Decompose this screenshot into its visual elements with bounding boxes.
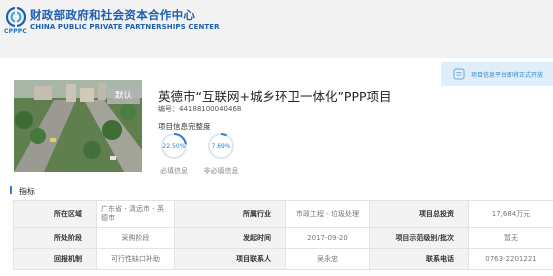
table-row: 回报机制 可行性缺口补助 项目联系人 吴永忠 联系电话 0763-2201221 (13, 248, 553, 270)
section-title: 指标 (19, 187, 35, 196)
required-caption: 必填信息 (160, 167, 188, 175)
stage-label: 所处阶段 (13, 227, 97, 249)
default-badge: 默认 (107, 88, 140, 104)
optional-percent: 7.69% (211, 143, 231, 150)
demo-level-value: 暂无 (468, 227, 553, 249)
section-marker (10, 186, 12, 194)
completeness-label: 项目信息完整度 (158, 122, 211, 131)
initiation-date-value: 2017-09-20 (285, 227, 370, 249)
demo-level-label: 项目示范级别/批次 (369, 227, 469, 249)
contact-phone-label: 联系电话 (369, 248, 469, 270)
contact-person-value: 吴永忠 (285, 248, 370, 270)
logo-caption: CPPPC (4, 28, 27, 35)
table-row: 所处阶段 采购阶段 发起时间 2017-09-20 项目示范级别/批次 暂无 (13, 227, 553, 249)
contact-person-label: 项目联系人 (174, 248, 286, 270)
notice-text[interactable]: 项目信息平台即将正式开放 (471, 70, 543, 79)
table-row: 所在区域 广东省 - 清远市 - 英德市 所属行业 市政工程 - 垃圾处理 项目… (13, 200, 553, 228)
industry-label: 所属行业 (174, 200, 286, 228)
project-info-table: 所在区域 广东省 - 清远市 - 英德市 所属行业 市政工程 - 垃圾处理 项目… (13, 200, 553, 270)
total-investment-value: 17,684万元 (468, 200, 553, 228)
region-label: 所在区域 (13, 200, 97, 228)
project-title: 英德市“互联网+城乡环卫一体化”PPP项目 (158, 89, 392, 104)
return-mechanism-value: 可行性缺口补助 (96, 248, 175, 270)
initiation-date-label: 发起时间 (174, 227, 286, 249)
stage-value: 采购阶段 (96, 227, 175, 249)
cpppc-logo-icon (6, 7, 26, 27)
required-percent: 22.50% (162, 143, 186, 150)
industry-value: 市政工程 - 垃圾处理 (285, 200, 370, 228)
org-name-cn[interactable]: 财政部政府和社会资本合作中心 (30, 7, 195, 23)
optional-caption: 非必填信息 (203, 167, 239, 175)
return-mechanism-label: 回报机制 (13, 248, 97, 270)
info-icon (453, 68, 465, 80)
project-code: 编号：44188100040468 (158, 105, 242, 113)
contact-phone-value[interactable]: 0763-2201221 (468, 248, 553, 270)
region-value: 广东省 - 清远市 - 英德市 (96, 200, 175, 228)
total-investment-label: 项目总投资 (369, 200, 469, 228)
org-name-en: CHINA PUBLIC PRIVATE PARTNERSHIPS CENTER (30, 23, 220, 31)
